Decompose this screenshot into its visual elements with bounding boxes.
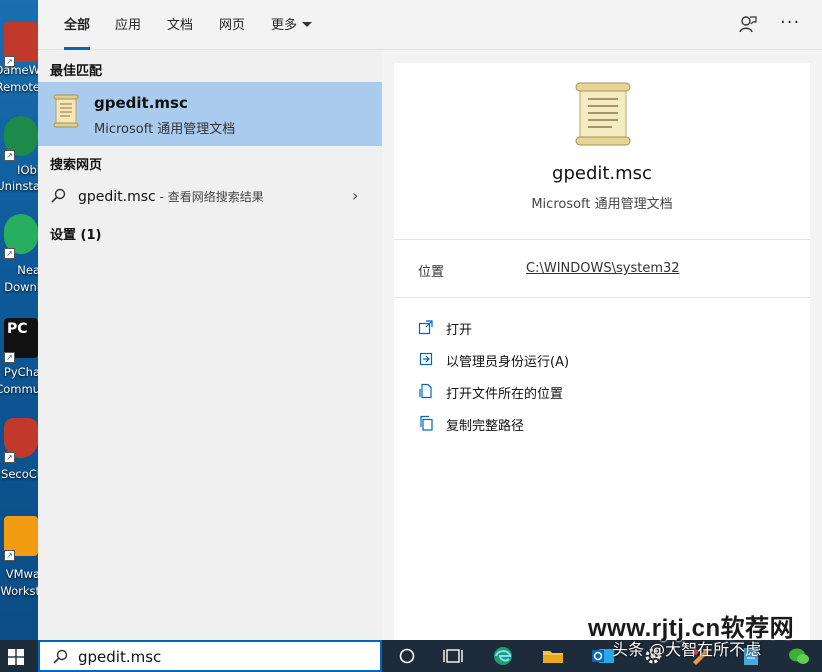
shortcut-arrow-icon: ↗ — [4, 352, 15, 363]
shortcut-arrow-icon: ↗ — [4, 150, 15, 161]
copy-full-path-label: 复制完整路径 — [446, 419, 525, 434]
cortana-icon[interactable] — [394, 644, 420, 668]
settings-header[interactable]: 设置 (1) — [50, 224, 101, 243]
web-search-query: gpedit.msc — [78, 189, 156, 205]
divider — [394, 239, 810, 240]
open-icon — [418, 320, 433, 335]
detail-subtitle: Microsoft 通用管理文档 — [531, 197, 673, 212]
shortcut-arrow-icon: ↗ — [4, 550, 15, 561]
desktop-icon-label: PyCha — [3, 365, 38, 379]
best-match-item[interactable]: gpedit.msc Microsoft 通用管理文档 — [38, 82, 382, 146]
shortcut-arrow-icon: ↗ — [4, 248, 15, 259]
watermark-author: 头条 @大智在所不虑 — [612, 640, 762, 659]
desktop-icon-label: SecoCl — [1, 467, 38, 481]
task-view-icon[interactable] — [440, 644, 466, 668]
best-match-name: gpedit.msc — [94, 94, 188, 112]
desktop-icon-vmware[interactable]: ↗ VMwa Workst — [0, 516, 38, 616]
run-as-admin-icon — [419, 352, 433, 366]
tab-more[interactable]: 更多 — [271, 14, 313, 50]
search-input[interactable] — [78, 646, 368, 668]
run-as-admin-label: 以管理员身份运行(A) — [446, 355, 570, 370]
desktop-icon-secoclient[interactable]: ↗ SecoCl — [0, 418, 38, 518]
desktop-icon-label: Downl — [4, 280, 38, 294]
desktop-icon-label: DameW — [0, 63, 38, 77]
filter-tabs: 全部 应用 文档 网页 更多 ··· — [38, 0, 822, 50]
web-search-item[interactable]: gpedit.msc - 查看网络搜索结果 › — [38, 182, 382, 212]
desktop-icon-iobit[interactable]: ↗ IObi Uninsta — [0, 116, 38, 216]
taskbar-search-box[interactable] — [38, 640, 382, 672]
open-action-label: 打开 — [446, 323, 473, 338]
web-search-header: 搜索网页 — [50, 158, 103, 173]
file-location-icon — [419, 383, 432, 399]
tab-apps[interactable]: 应用 — [115, 14, 141, 50]
web-search-hint: - 查看网络搜索结果 — [155, 190, 264, 204]
scroll-document-icon — [53, 94, 79, 128]
desktop-icon-label: VMwa — [5, 567, 38, 581]
feedback-icon[interactable] — [738, 14, 758, 34]
location-label: 位置 — [418, 265, 445, 280]
desktop: ↗ DameW Remote ↗ IObi Uninsta ↗ Nea Down… — [0, 0, 38, 640]
desktop-icon-pycharm[interactable]: PC ↗ PyCha Commu — [0, 318, 38, 418]
tab-all[interactable]: 全部 — [64, 14, 91, 50]
more-options-icon[interactable]: ··· — [780, 12, 800, 33]
shortcut-arrow-icon: ↗ — [4, 452, 15, 463]
desktop-icon-label: IObi — [17, 163, 38, 177]
divider — [394, 297, 810, 298]
best-match-header: 最佳匹配 — [50, 64, 103, 79]
wechat-icon[interactable] — [786, 644, 812, 668]
search-icon — [51, 188, 66, 203]
desktop-icon-label: Workst — [0, 584, 38, 598]
file-explorer-icon[interactable] — [540, 644, 566, 668]
desktop-icon-label: Commu — [0, 382, 38, 396]
windows-start-icon[interactable] — [8, 649, 24, 665]
scroll-document-icon — [575, 82, 631, 146]
tab-web[interactable]: 网页 — [219, 14, 245, 50]
edge-dev-icon[interactable] — [490, 644, 516, 668]
tab-documents[interactable]: 文档 — [167, 14, 193, 50]
best-match-type: Microsoft 通用管理文档 — [94, 122, 236, 137]
results-list: 最佳匹配 gpedit.msc Microsoft 通用管理文档 搜索网页 gp… — [38, 50, 382, 640]
chevron-down-icon — [302, 22, 313, 27]
search-icon — [53, 649, 68, 664]
detail-pane: gpedit.msc Microsoft 通用管理文档 位置 C:\WINDOW… — [394, 63, 810, 640]
chevron-right-icon[interactable]: › — [352, 186, 358, 205]
copy-icon — [420, 415, 433, 431]
desktop-icon-dameware[interactable]: ↗ DameW Remote — [0, 22, 38, 122]
desktop-icon-label: Nea — [17, 263, 38, 277]
desktop-icon-label: Remote — [0, 80, 38, 94]
open-file-location-label: 打开文件所在的位置 — [446, 387, 564, 402]
search-panel: 全部 应用 文档 网页 更多 ··· 最佳匹配 gpedit.msc Micro… — [38, 0, 822, 640]
detail-title: gpedit.msc — [552, 163, 652, 184]
desktop-icon-neat[interactable]: ↗ Nea Downl — [0, 214, 38, 314]
desktop-icon-label: Uninsta — [0, 179, 38, 193]
location-path-link[interactable]: C:\WINDOWS\system32 — [526, 261, 680, 276]
